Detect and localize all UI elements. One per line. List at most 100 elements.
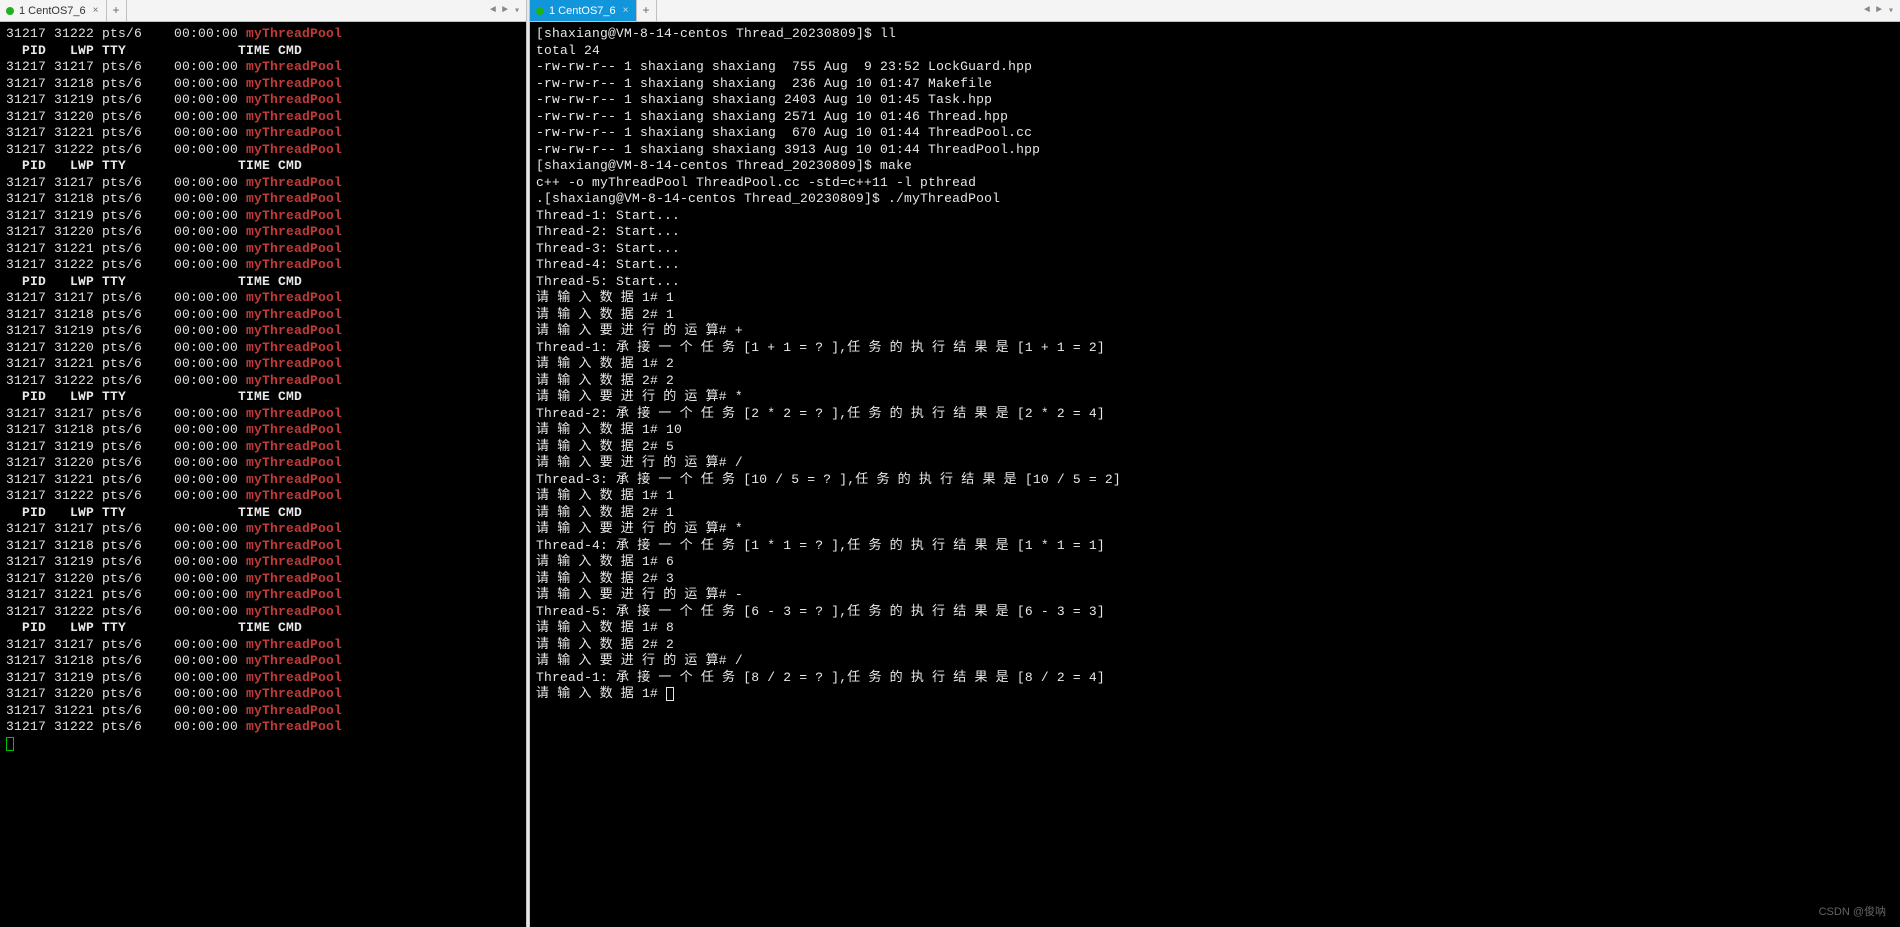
terminal-line: Thread-1: 承 接 一 个 任 务 [1 + 1 = ? ],任 务 的… bbox=[536, 340, 1894, 357]
terminal-line: -rw-rw-r-- 1 shaxiang shaxiang 3913 Aug … bbox=[536, 142, 1894, 159]
ps-row: 31217 31219 pts/6 00:00:00 myThreadPool bbox=[6, 439, 520, 456]
tab-prev-icon[interactable]: ◄ bbox=[1864, 5, 1870, 16]
ps-header-row: PID LWP TTY TIME CMD bbox=[6, 43, 520, 60]
close-icon[interactable]: × bbox=[621, 5, 631, 16]
terminal-line: Thread-5: 承 接 一 个 任 务 [6 - 3 = ? ],任 务 的… bbox=[536, 604, 1894, 621]
right-pane: 1 CentOS7_6 × + ◄ ► ▾ [shaxiang@VM-8-14-… bbox=[530, 0, 1900, 927]
ps-row: 31217 31222 pts/6 00:00:00 myThreadPool bbox=[6, 373, 520, 390]
terminal-line: 请 输 入 数 据 2# 2 bbox=[536, 373, 1894, 390]
terminal-line: 请 输 入 要 进 行 的 运 算# / bbox=[536, 455, 1894, 472]
tab-menu-icon[interactable]: ▾ bbox=[1888, 5, 1894, 17]
right-terminal[interactable]: [shaxiang@VM-8-14-centos Thread_20230809… bbox=[530, 22, 1900, 927]
ps-row: 31217 31221 pts/6 00:00:00 myThreadPool bbox=[6, 472, 520, 489]
terminal-line: 请 输 入 数 据 2# 2 bbox=[536, 637, 1894, 654]
new-tab-button[interactable]: + bbox=[107, 0, 127, 21]
ps-header-row: PID LWP TTY TIME CMD bbox=[6, 505, 520, 522]
new-tab-button[interactable]: + bbox=[637, 0, 657, 21]
terminal-line: 请 输 入 数 据 2# 5 bbox=[536, 439, 1894, 456]
ps-row: 31217 31218 pts/6 00:00:00 myThreadPool bbox=[6, 422, 520, 439]
terminal-line: [shaxiang@VM-8-14-centos Thread_20230809… bbox=[536, 26, 1894, 43]
terminal-line: Thread-3: Start... bbox=[536, 241, 1894, 258]
ps-row: 31217 31218 pts/6 00:00:00 myThreadPool bbox=[6, 653, 520, 670]
ps-row: 31217 31222 pts/6 00:00:00 myThreadPool bbox=[6, 26, 520, 43]
terminal-line: -rw-rw-r-- 1 shaxiang shaxiang 2571 Aug … bbox=[536, 109, 1894, 126]
ps-row: 31217 31222 pts/6 00:00:00 myThreadPool bbox=[6, 719, 520, 736]
ps-row: 31217 31221 pts/6 00:00:00 myThreadPool bbox=[6, 356, 520, 373]
terminal-line: Thread-2: Start... bbox=[536, 224, 1894, 241]
ps-row: 31217 31218 pts/6 00:00:00 myThreadPool bbox=[6, 191, 520, 208]
watermark: CSDN @俊呐 bbox=[1819, 903, 1886, 919]
terminal-line: 请 输 入 要 进 行 的 运 算# * bbox=[536, 521, 1894, 538]
ps-row: 31217 31217 pts/6 00:00:00 myThreadPool bbox=[6, 521, 520, 538]
ps-row: 31217 31217 pts/6 00:00:00 myThreadPool bbox=[6, 175, 520, 192]
tab-prev-icon[interactable]: ◄ bbox=[490, 5, 496, 16]
right-tabbar: 1 CentOS7_6 × + ◄ ► ▾ bbox=[530, 0, 1900, 22]
terminal-line: 请 输 入 要 进 行 的 运 算# - bbox=[536, 587, 1894, 604]
terminal-line: 请 输 入 数 据 1# 1 bbox=[536, 488, 1894, 505]
ps-row: 31217 31220 pts/6 00:00:00 myThreadPool bbox=[6, 571, 520, 588]
ps-row: 31217 31217 pts/6 00:00:00 myThreadPool bbox=[6, 59, 520, 76]
ps-row: 31217 31219 pts/6 00:00:00 myThreadPool bbox=[6, 208, 520, 225]
ps-row: 31217 31218 pts/6 00:00:00 myThreadPool bbox=[6, 538, 520, 555]
ps-header-row: PID LWP TTY TIME CMD bbox=[6, 274, 520, 291]
terminal-line: -rw-rw-r-- 1 shaxiang shaxiang 236 Aug 1… bbox=[536, 76, 1894, 93]
terminal-line: .[shaxiang@VM-8-14-centos Thread_2023080… bbox=[536, 191, 1894, 208]
ps-row: 31217 31218 pts/6 00:00:00 myThreadPool bbox=[6, 76, 520, 93]
cursor-icon bbox=[666, 687, 674, 701]
ps-header-row: PID LWP TTY TIME CMD bbox=[6, 158, 520, 175]
ps-row: 31217 31219 pts/6 00:00:00 myThreadPool bbox=[6, 670, 520, 687]
ps-row: 31217 31219 pts/6 00:00:00 myThreadPool bbox=[6, 323, 520, 340]
left-terminal[interactable]: 31217 31222 pts/6 00:00:00 myThreadPool … bbox=[0, 22, 526, 927]
ps-row: 31217 31220 pts/6 00:00:00 myThreadPool bbox=[6, 340, 520, 357]
ps-row: 31217 31217 pts/6 00:00:00 myThreadPool bbox=[6, 406, 520, 423]
ps-row: 31217 31221 pts/6 00:00:00 myThreadPool bbox=[6, 587, 520, 604]
ps-row: 31217 31220 pts/6 00:00:00 myThreadPool bbox=[6, 224, 520, 241]
terminal-line: Thread-1: 承 接 一 个 任 务 [8 / 2 = ? ],任 务 的… bbox=[536, 670, 1894, 687]
terminal-line: -rw-rw-r-- 1 shaxiang shaxiang 670 Aug 1… bbox=[536, 125, 1894, 142]
terminal-line: c++ -o myThreadPool ThreadPool.cc -std=c… bbox=[536, 175, 1894, 192]
terminal-line: Thread-3: 承 接 一 个 任 务 [10 / 5 = ? ],任 务 … bbox=[536, 472, 1894, 489]
ps-row: 31217 31222 pts/6 00:00:00 myThreadPool bbox=[6, 604, 520, 621]
terminal-line: 请 输 入 数 据 2# 1 bbox=[536, 307, 1894, 324]
terminal-line: 请 输 入 要 进 行 的 运 算# + bbox=[536, 323, 1894, 340]
status-dot-icon bbox=[536, 7, 544, 15]
tab-next-icon[interactable]: ► bbox=[1876, 5, 1882, 16]
terminal-line: Thread-2: 承 接 一 个 任 务 [2 * 2 = ? ],任 务 的… bbox=[536, 406, 1894, 423]
terminal-line: 请 输 入 数 据 1# 10 bbox=[536, 422, 1894, 439]
tab-right-centos[interactable]: 1 CentOS7_6 × bbox=[530, 0, 637, 21]
tab-label: 1 CentOS7_6 bbox=[19, 5, 86, 17]
ps-row: 31217 31221 pts/6 00:00:00 myThreadPool bbox=[6, 241, 520, 258]
left-tabbar: 1 CentOS7_6 × + ◄ ► ▾ bbox=[0, 0, 526, 22]
left-pane: 1 CentOS7_6 × + ◄ ► ▾ 31217 31222 pts/6 … bbox=[0, 0, 526, 927]
tab-menu-icon[interactable]: ▾ bbox=[514, 5, 520, 17]
status-dot-icon bbox=[6, 7, 14, 15]
terminal-line: 请 输 入 数 据 1# 6 bbox=[536, 554, 1894, 571]
terminal-line: Thread-5: Start... bbox=[536, 274, 1894, 291]
ps-header-row: PID LWP TTY TIME CMD bbox=[6, 620, 520, 637]
terminal-line: Thread-1: Start... bbox=[536, 208, 1894, 225]
terminal-line: 请 输 入 要 进 行 的 运 算# / bbox=[536, 653, 1894, 670]
ps-row: 31217 31219 pts/6 00:00:00 myThreadPool bbox=[6, 554, 520, 571]
ps-row: 31217 31222 pts/6 00:00:00 myThreadPool bbox=[6, 142, 520, 159]
terminal-line: 请 输 入 数 据 1# bbox=[536, 686, 1894, 703]
cursor-icon bbox=[6, 737, 14, 751]
ps-row: 31217 31222 pts/6 00:00:00 myThreadPool bbox=[6, 488, 520, 505]
ps-row: 31217 31220 pts/6 00:00:00 myThreadPool bbox=[6, 455, 520, 472]
ps-row: 31217 31220 pts/6 00:00:00 myThreadPool bbox=[6, 686, 520, 703]
prompt-line bbox=[6, 736, 520, 753]
ps-row: 31217 31220 pts/6 00:00:00 myThreadPool bbox=[6, 109, 520, 126]
ps-row: 31217 31221 pts/6 00:00:00 myThreadPool bbox=[6, 125, 520, 142]
ps-header-row: PID LWP TTY TIME CMD bbox=[6, 389, 520, 406]
terminal-line: 请 输 入 要 进 行 的 运 算# * bbox=[536, 389, 1894, 406]
terminal-line: 请 输 入 数 据 1# 2 bbox=[536, 356, 1894, 373]
close-icon[interactable]: × bbox=[91, 5, 101, 16]
ps-row: 31217 31222 pts/6 00:00:00 myThreadPool bbox=[6, 257, 520, 274]
tab-left-centos[interactable]: 1 CentOS7_6 × bbox=[0, 0, 107, 21]
ps-row: 31217 31221 pts/6 00:00:00 myThreadPool bbox=[6, 703, 520, 720]
ps-row: 31217 31219 pts/6 00:00:00 myThreadPool bbox=[6, 92, 520, 109]
tab-nav-controls: ◄ ► ▾ bbox=[1858, 0, 1900, 21]
terminal-line: 请 输 入 数 据 1# 8 bbox=[536, 620, 1894, 637]
ps-row: 31217 31217 pts/6 00:00:00 myThreadPool bbox=[6, 290, 520, 307]
terminal-line: 请 输 入 数 据 2# 1 bbox=[536, 505, 1894, 522]
tab-next-icon[interactable]: ► bbox=[502, 5, 508, 16]
